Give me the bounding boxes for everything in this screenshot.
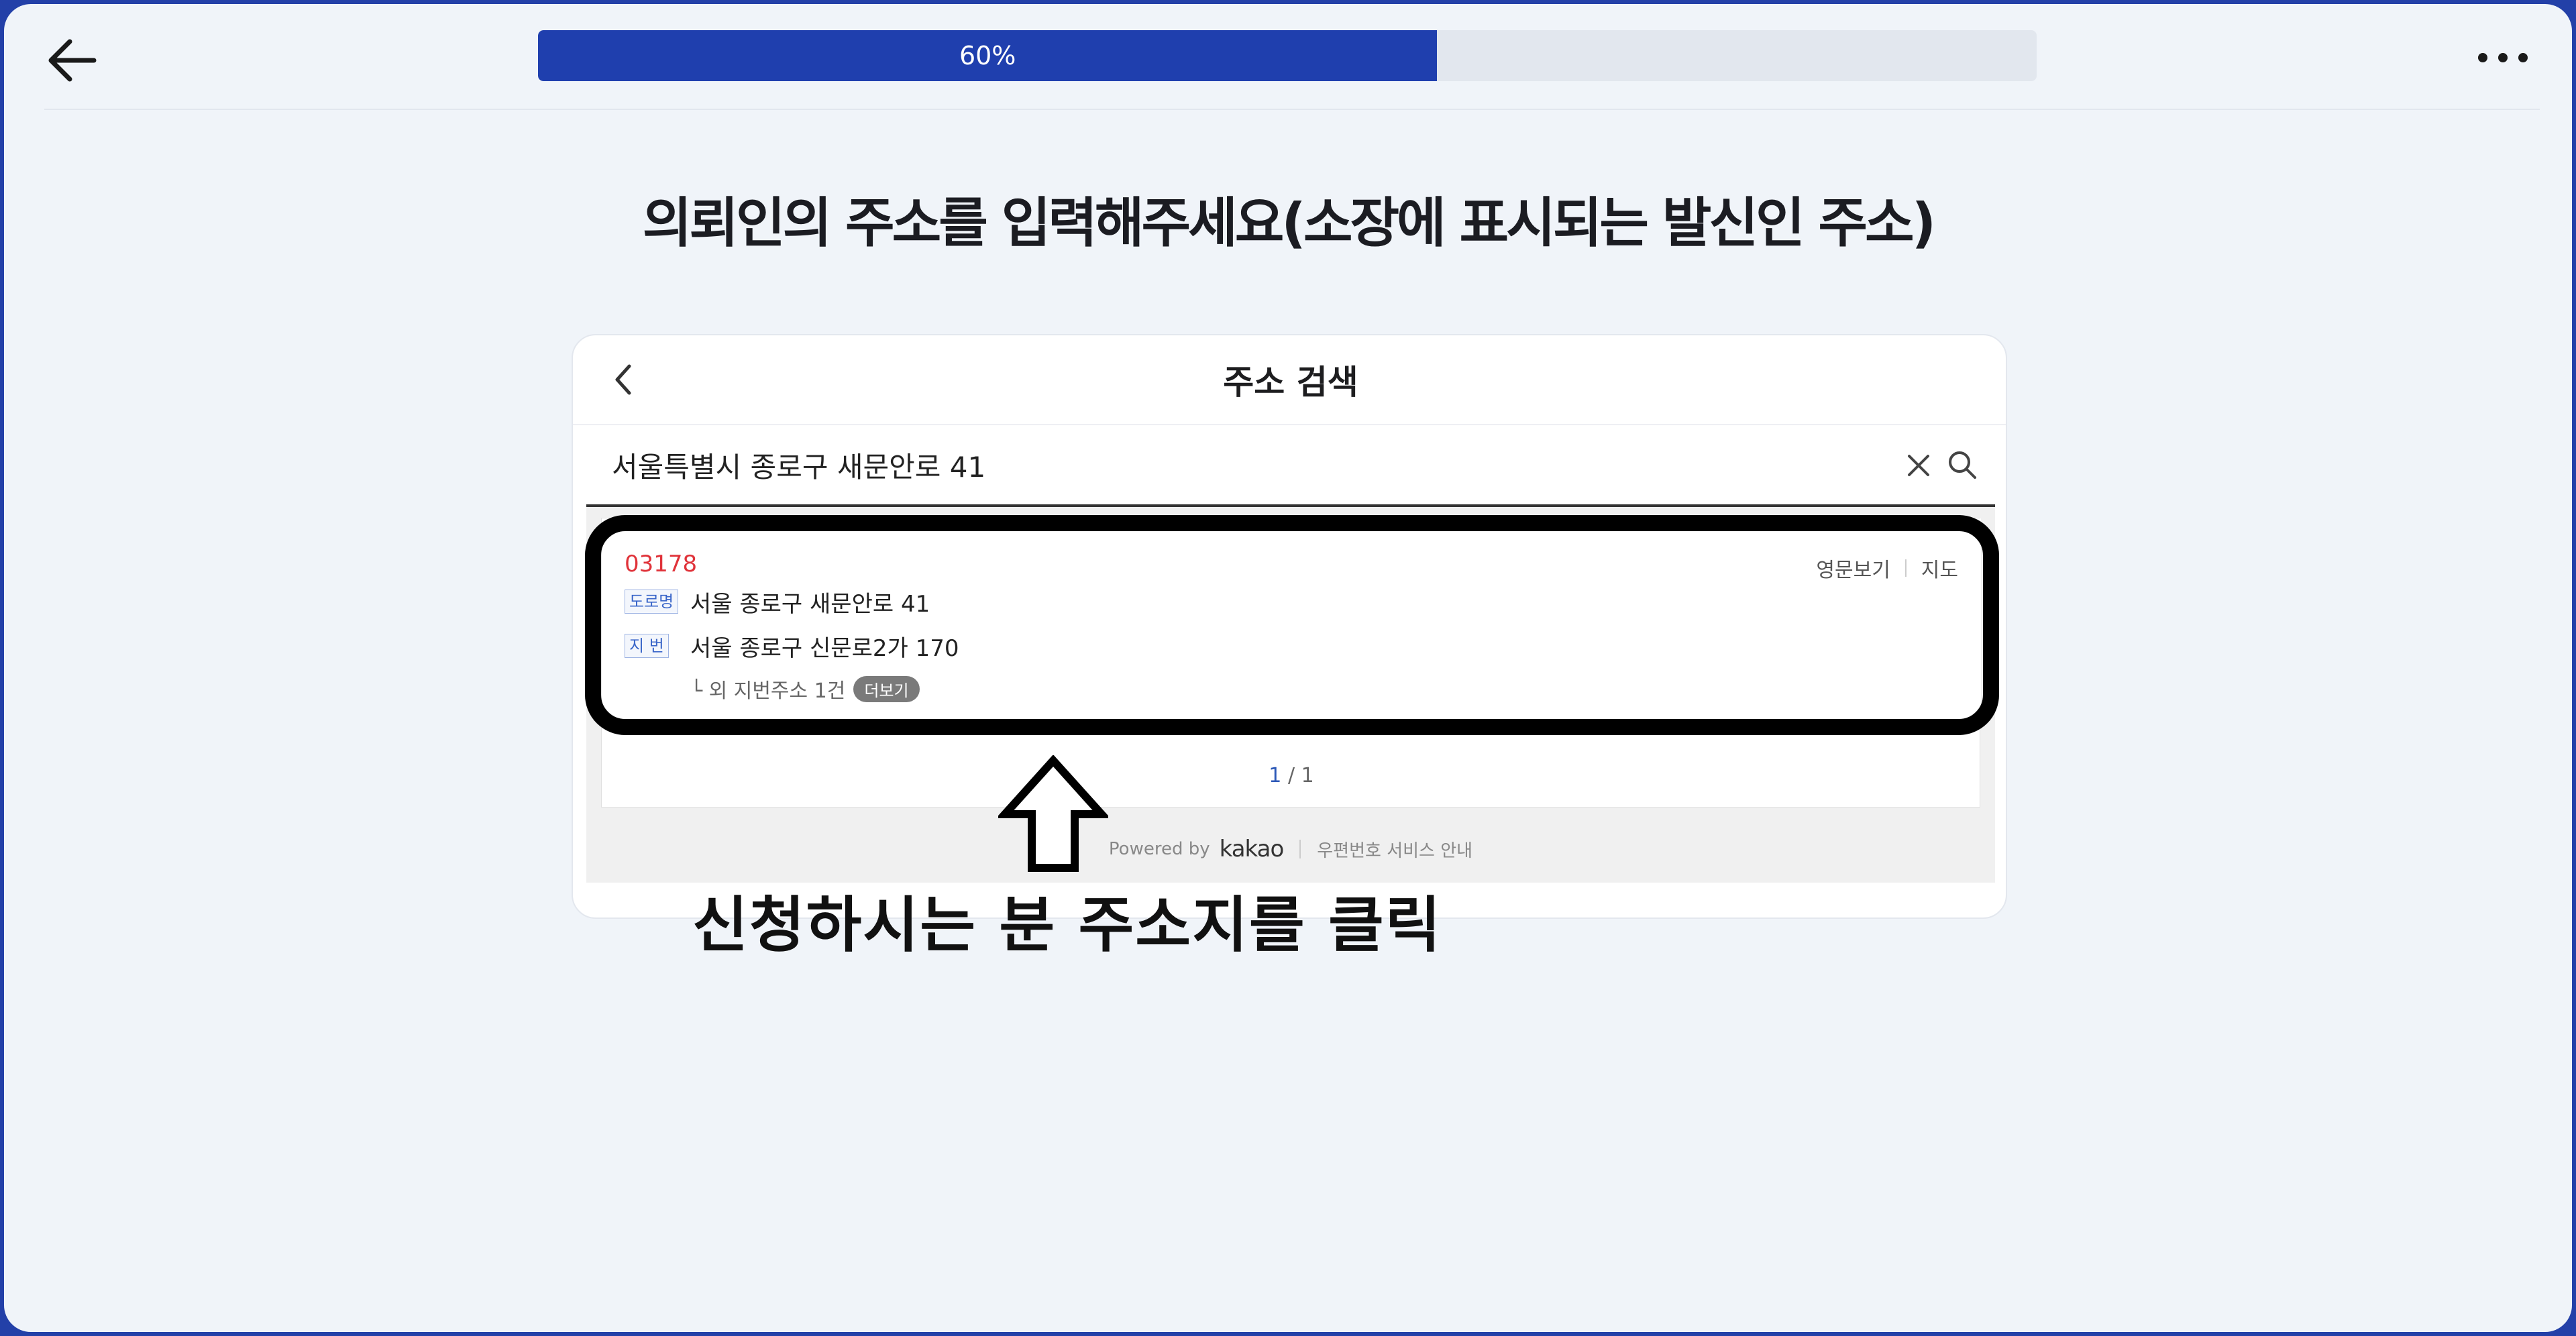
card-header: 주소 검색 — [573, 335, 2006, 425]
map-link[interactable]: 지도 — [1921, 553, 1958, 583]
link-separator — [1904, 559, 1907, 577]
more-jibun-text: └ 외 지번주소 1건 — [690, 679, 846, 703]
more-options-button[interactable] — [2466, 34, 2540, 82]
pager-total: 1 — [1301, 764, 1314, 787]
close-icon — [1908, 455, 1929, 476]
card-title: 주소 검색 — [1223, 363, 1358, 402]
kakao-logo: kakao — [1219, 836, 1285, 862]
more-horizontal-icon — [2478, 53, 2528, 62]
progress-bar: 60% — [538, 30, 2037, 81]
jibun-address: 서울 종로구 신문로2가 170 — [690, 635, 959, 662]
result-list: 03178 영문보기 지도 도로명 서울 종로구 새문안로 41 지 번 서울 … — [601, 518, 1981, 808]
progress-fill: 60% — [538, 30, 1438, 81]
zip-code: 03178 — [625, 551, 698, 577]
result-area: 03178 영문보기 지도 도로명 서울 종로구 새문안로 41 지 번 서울 … — [586, 507, 1995, 883]
jibun-address-tag: 지 번 — [625, 634, 669, 658]
more-jibun-line: └ 외 지번주소 1건 더보기 — [690, 674, 920, 704]
address-result-item[interactable]: 03178 영문보기 지도 도로명 서울 종로구 새문안로 41 지 번 서울 … — [602, 518, 1981, 720]
search-row — [573, 424, 2006, 504]
instruction-text: 신청하시는 분 주소지를 클릭 — [692, 890, 1442, 960]
service-info-link[interactable]: 우편번호 서비스 안내 — [1317, 837, 1472, 862]
more-button[interactable]: 더보기 — [853, 675, 920, 702]
progress-label: 60% — [959, 41, 1016, 70]
pager: 1 / 1 — [602, 764, 1981, 787]
powered-by-text: Powered by — [1108, 839, 1210, 859]
back-button[interactable] — [40, 28, 105, 93]
result-links: 영문보기 지도 — [1816, 553, 1958, 583]
road-address: 서울 종로구 새문안로 41 — [690, 591, 930, 618]
footer-separator — [1299, 840, 1301, 858]
app-frame: 60% 의뢰인의 주소를 입력해주세요(소장에 표시되는 발신인 주소) 주소 … — [4, 4, 2572, 1332]
search-button[interactable] — [1945, 448, 1979, 482]
page-title: 의뢰인의 주소를 입력해주세요(소장에 표시되는 발신인 주소) — [642, 192, 1936, 254]
english-view-link[interactable]: 영문보기 — [1816, 553, 1890, 583]
pager-separator: / — [1287, 764, 1295, 787]
search-footer: Powered by kakao 우편번호 서비스 안내 — [586, 829, 1995, 869]
top-bar: 60% — [4, 4, 2572, 109]
address-search-input[interactable] — [610, 439, 1754, 491]
road-address-tag: 도로명 — [625, 590, 679, 614]
arrow-up-icon — [998, 755, 1108, 872]
address-search-card: 주소 검색 03178 영문보기 — [572, 334, 2007, 919]
pager-current: 1 — [1269, 764, 1282, 787]
clear-button[interactable] — [1904, 451, 1933, 480]
search-icon — [1949, 451, 1976, 479]
header-divider — [44, 109, 2540, 110]
arrow-left-icon — [48, 39, 97, 82]
